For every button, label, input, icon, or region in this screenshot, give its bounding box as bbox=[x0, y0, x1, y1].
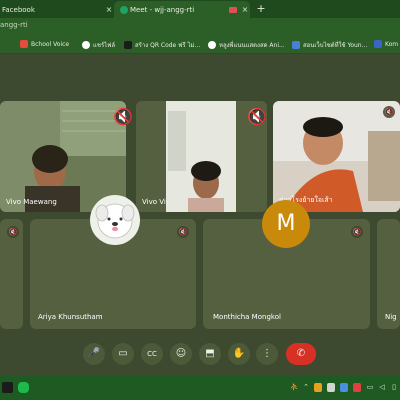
person-icon[interactable]: ⛹ bbox=[290, 382, 299, 392]
bookmark-item[interactable]: สอนเว็บไซต์ที่ใช้ Youn... bbox=[292, 40, 367, 50]
avatar bbox=[90, 195, 140, 245]
bookmark-label: สอนเว็บไซต์ที่ใช้ Youn... bbox=[303, 42, 368, 49]
bookmark-label: สร้าง QR Code ฟรี ไม่... bbox=[135, 42, 201, 49]
tab-label: Meet - wjj-angg-rti bbox=[130, 5, 195, 14]
raise-hand-button[interactable]: ✋ bbox=[228, 343, 250, 365]
participant-name: Vivo Vi bbox=[142, 198, 166, 206]
bookmark-item[interactable]: สร้าง QR Code ฟรี ไม่... bbox=[124, 40, 200, 50]
participant-tile[interactable]: 🔇 bbox=[0, 219, 23, 329]
camera-button[interactable]: ▭ bbox=[112, 343, 134, 365]
tray-icon[interactable] bbox=[327, 383, 335, 392]
url-text: angg-rti bbox=[0, 21, 28, 29]
tab-strip: Facebook × Meet - wjj-angg-rti × + bbox=[0, 0, 400, 18]
bookmark-item[interactable]: Kom bbox=[374, 40, 398, 48]
present-button[interactable]: ⬒ bbox=[199, 343, 221, 365]
taskbar: ⛹ ⌃ ▭ ◁ ▯ bbox=[0, 376, 400, 400]
mic-off-icon: 🔇 bbox=[177, 226, 189, 238]
chevron-up-icon[interactable]: ⌃ bbox=[302, 382, 310, 392]
bookmark-item[interactable]: แชร์ไฟล์ bbox=[82, 40, 115, 50]
emoji-button[interactable]: ☺ bbox=[170, 343, 192, 365]
meet-icon bbox=[120, 5, 128, 14]
avatar: M bbox=[262, 200, 310, 248]
close-icon[interactable]: × bbox=[104, 5, 114, 14]
participant-name: Nig bbox=[385, 313, 397, 321]
tab-facebook[interactable]: Facebook × bbox=[0, 1, 114, 18]
tray-icon[interactable] bbox=[340, 383, 348, 392]
qr-icon bbox=[124, 41, 132, 49]
tray-icon[interactable] bbox=[314, 383, 322, 392]
bookmark-label: แชร์ไฟล์ bbox=[93, 42, 116, 49]
participant-tile[interactable]: 🔇 ด่าวโรงย้ายใจเส้า bbox=[273, 101, 400, 212]
participant-name: Ariya Khunsutham bbox=[38, 313, 103, 321]
line-icon[interactable] bbox=[18, 382, 29, 393]
address-bar[interactable]: angg-rti bbox=[0, 18, 400, 36]
bookmark-label: Bchool Voice bbox=[31, 40, 70, 48]
bookmark-icon bbox=[20, 40, 28, 48]
notification-icon[interactable]: ▯ bbox=[390, 382, 398, 392]
bookmark-label: หลูงพี่แนนแสดงสด Ani... bbox=[219, 42, 285, 49]
leave-call-button[interactable]: ✆ bbox=[286, 343, 316, 365]
volume-icon[interactable]: ◁ bbox=[378, 382, 386, 392]
bookmark-label: Kom bbox=[385, 40, 399, 48]
captions-button[interactable]: CC bbox=[141, 343, 163, 365]
mic-off-icon: 🔇 bbox=[383, 106, 395, 118]
bookmarks-bar: Bchool Voice แชร์ไฟล์ สร้าง QR Code ฟรี … bbox=[0, 36, 400, 54]
mic-off-icon: 🔇 bbox=[351, 226, 363, 238]
participant-name: Monthicha Mongkol bbox=[213, 313, 281, 321]
more-options-button[interactable]: ⋮ bbox=[256, 343, 278, 365]
microphone-button[interactable]: 🎤 bbox=[83, 343, 105, 365]
participant-name: Vivo Maewang bbox=[6, 198, 57, 206]
app-icon[interactable] bbox=[2, 382, 13, 393]
participant-tile[interactable]: Nig bbox=[377, 219, 400, 329]
recording-icon bbox=[229, 6, 237, 13]
tray-icon[interactable] bbox=[353, 383, 361, 392]
globe-icon bbox=[208, 41, 216, 49]
network-icon[interactable]: ▭ bbox=[366, 382, 374, 392]
tab-meet[interactable]: Meet - wjj-angg-rti × bbox=[114, 1, 250, 18]
bookmark-icon bbox=[374, 40, 382, 48]
bookmark-item[interactable]: หลูงพี่แนนแสดงสด Ani... bbox=[208, 40, 285, 50]
bookmark-icon bbox=[292, 41, 300, 49]
mic-off-icon: 🔇 bbox=[113, 107, 133, 126]
bookmark-item[interactable]: Bchool Voice bbox=[20, 40, 69, 48]
new-tab-button[interactable]: + bbox=[255, 2, 267, 16]
close-icon[interactable]: × bbox=[240, 5, 250, 14]
tab-label: Facebook bbox=[2, 5, 35, 14]
globe-icon bbox=[82, 41, 90, 49]
mic-off-icon: 🔇 bbox=[7, 226, 19, 238]
mic-off-icon: 🔇 bbox=[247, 107, 267, 126]
